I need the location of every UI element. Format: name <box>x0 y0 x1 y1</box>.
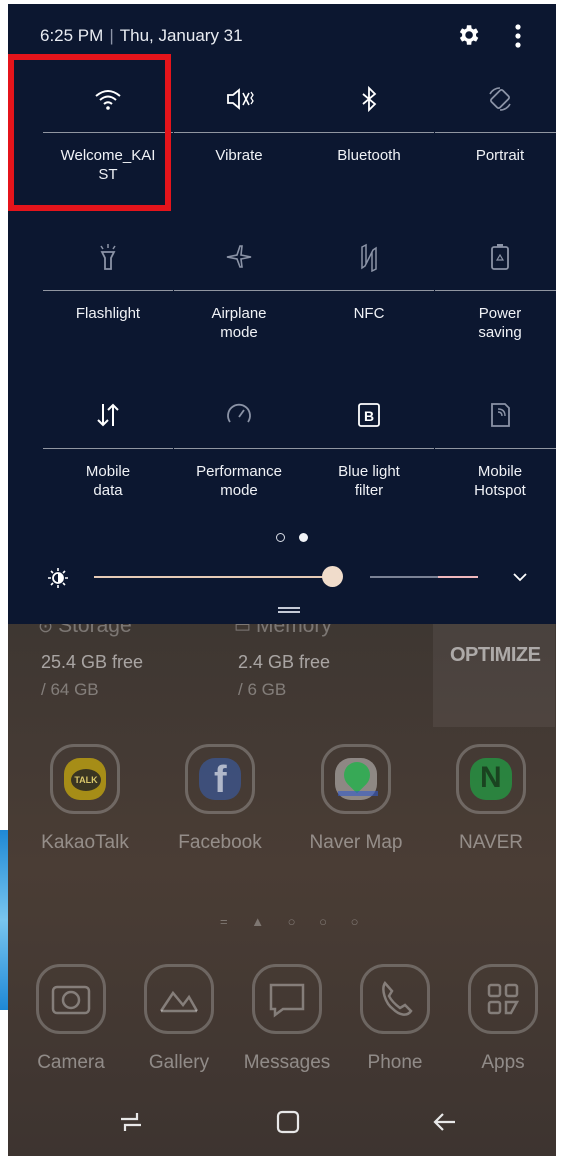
rotation-icon <box>485 84 515 114</box>
battery-saver-icon <box>485 242 515 272</box>
tile-label-portrait: Portrait <box>475 147 525 164</box>
status-bar: 6:25 PM | Thu, January 31 <box>40 26 243 46</box>
page-dot-2[interactable] <box>299 533 308 542</box>
panel-drag-handle[interactable] <box>278 607 300 613</box>
left-edge-strip <box>0 830 8 1010</box>
tile-divider <box>435 290 556 291</box>
brightness-icon <box>48 568 68 588</box>
tile-divider <box>304 132 434 133</box>
app-label-naver: NAVER <box>458 832 524 853</box>
status-time: 6:25 PM <box>40 26 104 45</box>
brightness-slider-thumb[interactable] <box>322 566 344 587</box>
brightness-track-accent <box>438 576 478 578</box>
app-label-messages: Messages <box>243 1052 331 1073</box>
page-dot-1[interactable] <box>276 533 285 542</box>
brightness-fill <box>94 576 333 578</box>
optimize-button[interactable]: OPTIMIZE <box>450 644 541 667</box>
status-date: Thu, January 31 <box>119 26 243 45</box>
apps-grid-icon <box>468 964 538 1034</box>
app-label-apps: Apps <box>481 1052 525 1073</box>
flashlight-icon <box>93 242 123 272</box>
panel-page-indicator <box>269 529 315 547</box>
tile-divider <box>435 132 556 133</box>
home-button[interactable] <box>275 1109 301 1135</box>
naver-icon: N <box>456 744 526 814</box>
svg-text:B: B <box>364 408 374 424</box>
tile-label-bluetooth: Bluetooth <box>337 147 401 164</box>
storage-total: / 64 GB <box>41 680 99 699</box>
memory-total: / 6 GB <box>238 680 287 699</box>
tile-label-mobile-data: Mobile data <box>85 463 131 499</box>
storage-value: 25.4 GB free <box>41 652 144 672</box>
tile-label-nfc: NFC <box>353 305 385 322</box>
chevron-down-icon[interactable] <box>512 570 528 582</box>
tile-label-blue-light-filter: Blue light filter <box>338 463 400 499</box>
naver-map-icon <box>321 744 391 814</box>
tile-label-vibrate: Vibrate <box>215 147 263 164</box>
tile-divider <box>435 448 556 449</box>
app-label-gallery: Gallery <box>148 1052 210 1073</box>
recents-button[interactable] <box>118 1109 144 1135</box>
hotspot-icon <box>485 400 515 430</box>
nfc-icon <box>354 242 384 273</box>
tile-divider <box>43 448 173 449</box>
wifi-tile-highlight <box>8 54 171 211</box>
back-button[interactable] <box>432 1109 458 1135</box>
tile-divider <box>174 132 304 133</box>
kakaotalk-icon: TALK <box>50 744 120 814</box>
mobile-data-icon <box>93 400 123 430</box>
app-label-camera: Camera <box>37 1052 105 1073</box>
app-label-facebook: Facebook <box>178 832 262 853</box>
app-label-phone: Phone <box>367 1052 423 1073</box>
airplane-icon <box>224 242 254 272</box>
phone-icon <box>360 964 430 1034</box>
speedometer-icon <box>224 400 254 430</box>
navigation-bar <box>8 1089 556 1156</box>
tile-label-flashlight: Flashlight <box>75 305 141 322</box>
memory-value: 2.4 GB free <box>238 652 331 672</box>
app-label-kakaotalk: KakaoTalk <box>41 832 129 853</box>
more-options-icon[interactable] <box>508 22 528 50</box>
optimize-card[interactable] <box>433 622 555 727</box>
tile-divider <box>174 448 304 449</box>
blue-light-icon: B <box>354 400 384 430</box>
settings-gear-icon[interactable] <box>455 22 481 48</box>
tile-label-power-saving: Power saving <box>478 305 522 341</box>
vibrate-icon <box>224 84 254 114</box>
tile-divider <box>304 448 434 449</box>
bluetooth-icon <box>354 84 384 114</box>
messages-icon <box>252 964 322 1034</box>
tile-label-performance-mode: Performance mode <box>196 463 282 499</box>
status-separator: | <box>109 26 114 45</box>
camera-icon <box>36 964 106 1034</box>
tile-divider <box>304 290 434 291</box>
gallery-icon <box>144 964 214 1034</box>
tile-divider <box>43 290 173 291</box>
app-label-naver-map: Naver Map <box>309 832 403 853</box>
home-page-indicator: = ▲ ○ ○ ○ <box>220 914 369 929</box>
tile-divider <box>174 290 304 291</box>
tile-label-mobile-hotspot: Mobile Hotspot <box>474 463 526 499</box>
tile-label-airplane: Airplane mode <box>211 305 267 341</box>
quick-settings-panel: 6:25 PM | Thu, January 31 Welcome_KAI ST V… <box>8 4 556 624</box>
phone-screen: ⊙ Storage ▭ Memory 25.4 GB free / 64 GB … <box>8 4 556 1156</box>
facebook-icon: f <box>185 744 255 814</box>
